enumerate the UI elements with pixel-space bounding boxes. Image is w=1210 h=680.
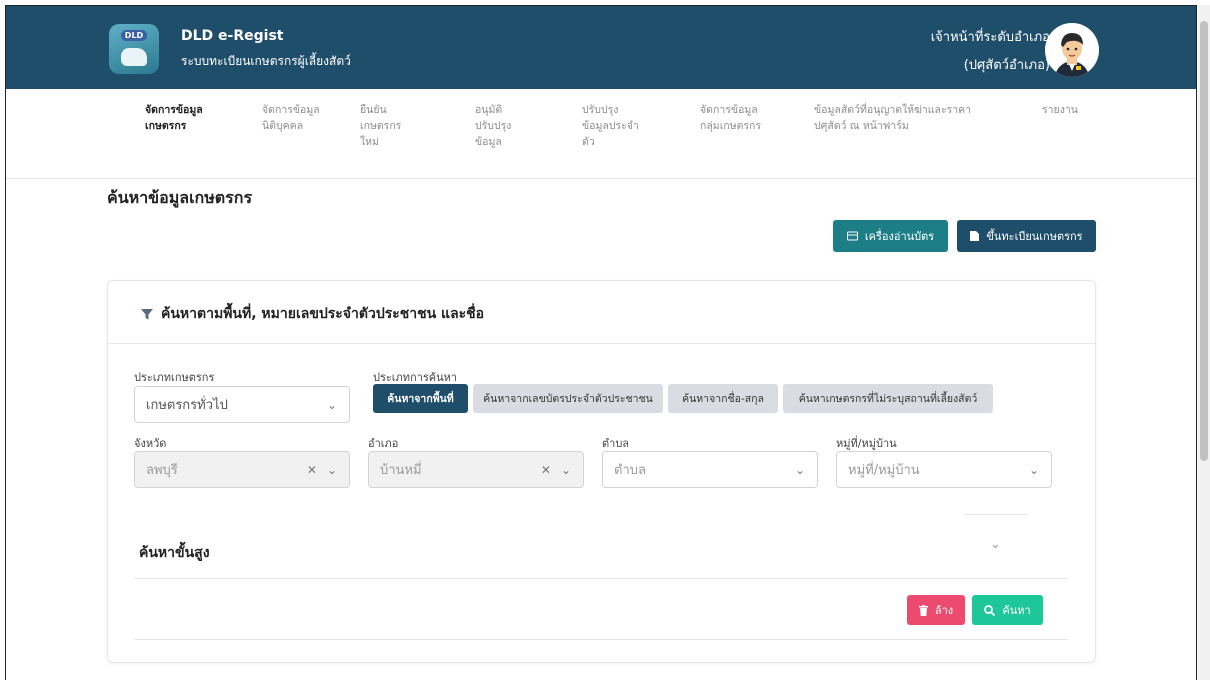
village-label: หมู่ที่/หมู่บ้าน — [836, 437, 897, 450]
chevron-down-icon: ⌄ — [1028, 463, 1039, 477]
chevron-down-icon[interactable]: ⌄ — [990, 537, 1001, 552]
search-type-id-card[interactable]: ค้นหาจากเลขบัตรประจำตัวประชาชน — [473, 384, 663, 413]
province-value: ลพบุรี — [146, 463, 178, 478]
subdistrict-select[interactable]: ตำบล ⌄ — [602, 451, 818, 488]
district-label: อำเภอ — [368, 437, 399, 450]
search-card-title: ค้นหาตามพื้นที่, หมายเลขประจำตัวประชาชน … — [161, 306, 485, 322]
register-farmer-button[interactable]: ขึ้นทะเบียนเกษตรกร — [957, 220, 1096, 252]
card-reader-icon — [846, 231, 858, 241]
top-header: DLD DLD e-Regist ระบบทะเบียนเกษตรกรผู้เล… — [6, 6, 1196, 89]
trash-icon — [918, 604, 928, 616]
app-title: DLD e-Regist — [181, 28, 284, 44]
search-type-area[interactable]: ค้นหาจากพื้นที่ — [373, 384, 468, 413]
divider — [134, 578, 1068, 579]
nav-item-approve-update[interactable]: อนุมัติ ปรับปรุง ข้อมูล — [475, 102, 511, 150]
page-title: ค้นหาข้อมูลเกษตรกร — [107, 188, 253, 207]
search-button[interactable]: ค้นหา — [972, 595, 1043, 625]
clear-button-label: ล้าง — [934, 604, 954, 617]
nav-item-manage-farmer[interactable]: จัดการข้อมูล เกษตรกร — [145, 102, 203, 134]
search-type-name[interactable]: ค้นหาจากชื่อ-สกุล — [668, 384, 778, 413]
divider — [964, 514, 1028, 515]
subdistrict-label: ตำบล — [602, 437, 630, 450]
farmer-type-select[interactable]: เกษตรกรทั่วไป ⌄ — [134, 386, 350, 423]
province-label: จังหวัด — [134, 437, 167, 450]
card-reader-label: เครื่องอ่านบัตร — [864, 230, 935, 243]
advanced-search-toggle[interactable]: ค้นหาขั้นสูง — [139, 542, 210, 564]
app-window: DLD DLD e-Regist ระบบทะเบียนเกษตรกรผู้เล… — [5, 5, 1197, 680]
document-icon — [970, 231, 980, 241]
logo-animal-icon — [121, 48, 147, 66]
search-icon — [984, 604, 996, 616]
user-role: เจ้าหน้าที่ระดับอำเภอ — [930, 30, 1050, 45]
search-card-header[interactable]: ค้นหาตามพื้นที่, หมายเลขประจำตัวประชาชน … — [108, 281, 1095, 344]
subdistrict-placeholder: ตำบล — [614, 463, 646, 478]
nav-item-update-profile[interactable]: ปรับปรุง ข้อมูลประจำ ตัว — [582, 102, 639, 150]
main-nav: จัดการข้อมูล เกษตรกร จัดการข้อมูล นิติบุ… — [6, 89, 1196, 179]
province-select[interactable]: ลพบุรี ✕ ⌄ — [134, 451, 350, 488]
search-type-no-location[interactable]: ค้นหาเกษตรกรที่ไม่ระบุสถานที่เลี้ยงสัตว์ — [783, 384, 993, 413]
chevron-down-icon: ⌄ — [560, 463, 571, 477]
register-farmer-label: ขึ้นทะเบียนเกษตรกร — [986, 230, 1083, 243]
app-subtitle: ระบบทะเบียนเกษตรกรผู้เลี้ยงสัตว์ — [181, 54, 351, 68]
farmer-type-label: ประเภทเกษตรกร — [134, 371, 215, 384]
district-value: บ้านหมี่ — [380, 463, 422, 478]
chevron-down-icon: ⌄ — [326, 398, 337, 412]
divider — [134, 639, 1068, 640]
user-avatar[interactable] — [1045, 23, 1099, 77]
card-reader-button[interactable]: เครื่องอ่านบัตร — [833, 220, 948, 252]
chevron-down-icon: ⌄ — [794, 463, 805, 477]
district-select[interactable]: บ้านหมี่ ✕ ⌄ — [368, 451, 584, 488]
village-placeholder: หมู่ที่/หมู่บ้าน — [848, 463, 920, 478]
nav-item-report[interactable]: รายงาน — [1042, 102, 1078, 118]
logo-text: DLD — [120, 30, 148, 41]
village-select[interactable]: หมู่ที่/หมู่บ้าน ⌄ — [836, 451, 1052, 488]
search-button-label: ค้นหา — [1002, 604, 1031, 617]
nav-item-manage-group[interactable]: จัดการข้อมูล กลุ่มเกษตรกร — [700, 102, 761, 134]
nav-item-manage-juristic[interactable]: จัดการข้อมูล นิติบุคคล — [262, 102, 320, 134]
clear-button[interactable]: ล้าง — [907, 595, 965, 625]
farmer-type-value: เกษตรกรทั่วไป — [146, 398, 228, 413]
nav-item-confirm-new-farmer[interactable]: ยืนยัน เกษตรกร ใหม่ — [360, 102, 401, 150]
clear-icon[interactable]: ✕ — [307, 463, 317, 477]
scrollbar-thumb[interactable] — [1200, 21, 1208, 461]
nav-item-slaughter-price[interactable]: ข้อมูลสัตว์ที่อนุญาตให้ฆ่าและราคา ปศุสัต… — [814, 102, 971, 134]
filter-icon — [141, 309, 153, 320]
clear-icon[interactable]: ✕ — [541, 463, 551, 477]
page-scrollbar[interactable] — [1198, 5, 1210, 680]
avatar-icon — [1045, 23, 1099, 77]
user-office: (ปศุสัตว์อำเภอ) — [963, 58, 1050, 73]
chevron-down-icon: ⌄ — [326, 463, 337, 477]
dld-logo[interactable]: DLD — [109, 24, 159, 74]
